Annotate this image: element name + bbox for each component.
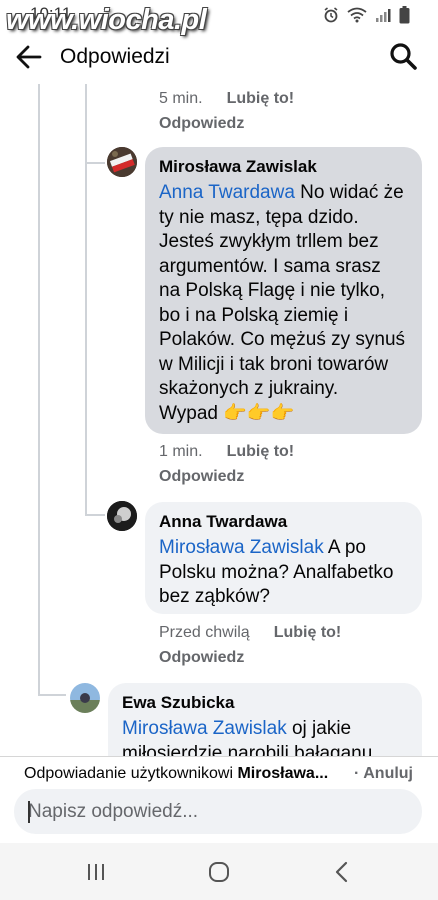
system-nav-bar [0,843,438,900]
thread-line-inner-elbow-1 [85,162,105,164]
comment-line: ty nie masz, tępa dzido. [159,206,359,228]
cancel-reply-button[interactable]: Anuluj [363,765,413,782]
comment-time: Przed chwilą [159,624,250,641]
thread-line-inner-elbow-2 [85,514,105,516]
reply-button[interactable]: Odpowiedz [159,115,244,133]
avatar[interactable] [107,501,137,531]
comment-text: Anna Twardawa No widać że ty nie masz, t… [159,181,408,426]
comment-line: bo i na Polską ziemię i [159,304,349,326]
replying-to-prefix: Odpowiadanie użytkownikowi [24,765,238,782]
comment-line: skażonych z jukrainy. [159,378,339,399]
replying-to-text: Odpowiadanie użytkownikowi Mirosława... [24,765,328,783]
cancel-reply: · Anuluj [354,765,413,783]
replying-to-banner: Odpowiadanie użytkownikowi Mirosława... … [0,756,438,790]
comment-line: A po [323,537,366,558]
comment-line: na Polską Flagę i nie tylko, [159,280,386,301]
avatar[interactable] [70,683,100,713]
thread-line-outer-elbow [38,694,66,696]
comment-meta: 1 min. Lubię to! [159,443,294,461]
comment-line: argumentów. I sama srasz [159,255,381,277]
avatar-image [70,683,100,713]
back-arrow-icon[interactable] [14,42,44,72]
like-button[interactable]: Lubię to! [274,624,342,641]
comment-text: Mirosława Zawislak A po Polsku można? An… [159,536,408,610]
comment-bubble[interactable]: Mirosława Zawislak Anna Twardawa No wida… [145,147,422,434]
status-icons [323,6,410,24]
mention-link[interactable]: Anna Twardawa [159,182,295,203]
recents-icon[interactable] [81,859,111,885]
comment-line: bez ząbków? [159,586,270,607]
avatar-image [107,501,137,531]
reply-button[interactable]: Odpowiedz [159,649,244,667]
reply-button[interactable]: Odpowiedz [159,468,244,486]
back-nav-icon[interactable] [327,859,357,885]
comment-line: Polsku można? Analfabetko [159,561,394,583]
search-icon[interactable] [388,41,418,71]
text-caret [28,801,30,823]
top-app-bar: Odpowiedzi [0,30,438,84]
status-bar: 10:11 www.wiocha.pl [0,0,438,36]
separator-dot: · [354,765,364,782]
thread-line-inner [85,84,87,516]
home-icon[interactable] [204,859,234,885]
comment-meta: 5 min. Lubię to! [159,90,294,108]
mention-link[interactable]: Mirosława Zawislak [122,718,287,739]
comment-line: No widać że [294,182,404,203]
comment-time: 5 min. [159,90,203,107]
replying-to-name: Mirosława... [237,765,329,782]
thread-line-outer [38,84,40,696]
avatar[interactable] [107,147,137,177]
battery-icon [399,6,410,24]
reply-composer[interactable] [14,789,422,834]
wifi-icon [347,7,367,23]
comment-line: oj jakie [286,718,352,739]
comment-line: w Milicji i tak broni towarów [159,353,389,375]
like-button[interactable]: Lubię to! [227,90,295,107]
comment-time: 1 min. [159,443,203,460]
comment-author[interactable]: Ewa Szubicka [122,693,408,713]
comment-line: Jesteś zwykłym trllem bez [159,231,379,252]
comment-author[interactable]: Mirosława Zawislak [159,157,408,177]
like-button[interactable]: Lubię to! [227,443,295,460]
comment-line: Wypad 👉👉👉 [159,402,295,424]
reply-input[interactable] [28,789,408,834]
comment-bubble[interactable]: Anna Twardawa Mirosława Zawislak A po Po… [145,502,422,614]
signal-icon [376,9,391,22]
mention-link[interactable]: Mirosława Zawislak [159,537,324,558]
comment-meta: Przed chwilą Lubię to! [159,624,341,642]
alarm-icon [324,7,338,23]
avatar-image [107,147,137,177]
comment-author[interactable]: Anna Twardawa [159,512,408,532]
comment-line: Polaków. Co mężuś zy synuś [159,329,406,350]
page-title: Odpowiedzi [60,45,170,68]
